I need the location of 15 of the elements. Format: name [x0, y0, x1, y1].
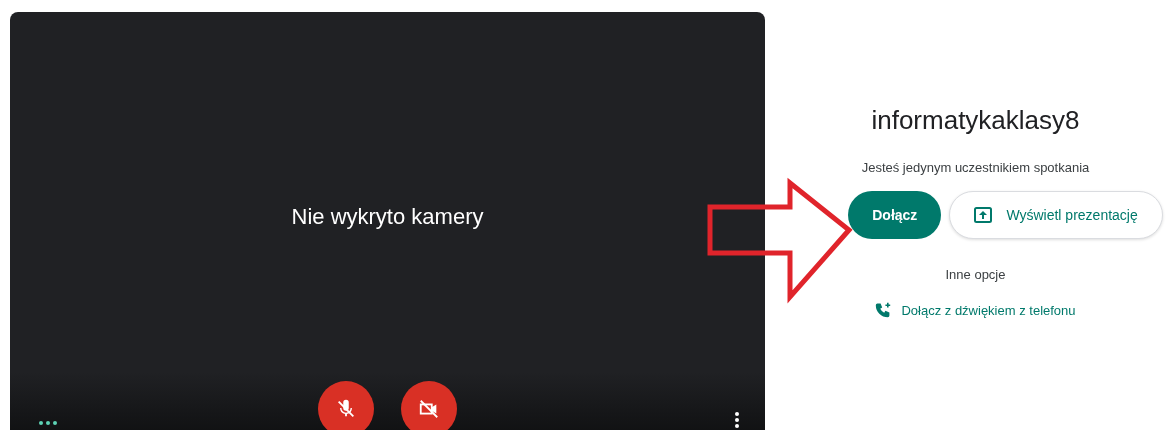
present-button[interactable]: Wyświetl prezentację: [949, 191, 1163, 239]
microphone-off-icon: [335, 398, 357, 420]
meeting-name: informatykaklasy8: [871, 105, 1080, 136]
join-by-phone-link[interactable]: Dołącz z dźwiękiem z telefonu: [875, 302, 1076, 318]
other-options-label: Inne opcje: [945, 267, 1006, 282]
camera-button[interactable]: [401, 381, 457, 430]
participants-status: Jesteś jedynym uczestnikiem spotkania: [861, 160, 1090, 175]
camera-off-icon: [418, 398, 440, 420]
join-button[interactable]: Dołącz: [848, 191, 942, 239]
no-camera-message: Nie wykryto kamery: [291, 204, 484, 230]
phone-icon: [875, 302, 892, 318]
microphone-button[interactable]: [318, 381, 374, 430]
kebab-menu-icon[interactable]: [735, 412, 739, 428]
more-options-icon[interactable]: [39, 421, 57, 425]
present-icon: [974, 207, 993, 223]
